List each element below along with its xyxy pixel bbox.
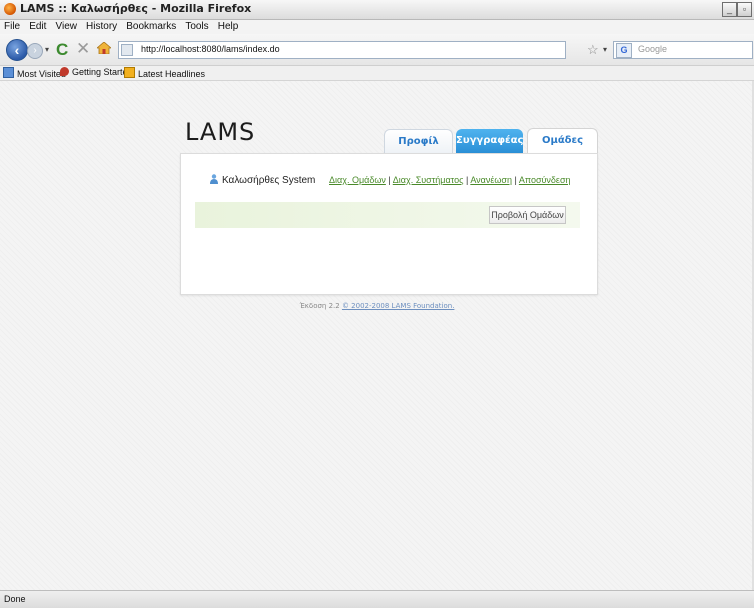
status-bar: Done xyxy=(0,590,754,608)
bookmark-most-visited[interactable]: Most Visited xyxy=(3,67,66,79)
link-separator: | xyxy=(514,175,517,185)
minimize-button[interactable]: _ xyxy=(722,2,737,17)
back-button[interactable]: ‹ xyxy=(6,39,28,61)
link-logout[interactable]: Αποσύνδεση xyxy=(519,175,571,185)
url-dropdown-icon[interactable]: ▾ xyxy=(603,45,607,54)
link-group-management[interactable]: Διαχ. Ομάδων xyxy=(329,175,386,185)
url-bar[interactable]: http://localhost:8080/lams/index.do xyxy=(118,41,566,59)
menu-help[interactable]: Help xyxy=(218,20,239,34)
tab-groups[interactable]: Ομάδες xyxy=(527,128,598,154)
firefox-icon xyxy=(4,3,16,15)
rss-feed-icon xyxy=(124,67,135,78)
menu-edit[interactable]: Edit xyxy=(29,20,46,34)
folder-icon xyxy=(3,67,14,78)
menu-bookmarks[interactable]: Bookmarks xyxy=(126,20,176,34)
window-title: LAMS :: Καλωσήρθες - Mozilla Firefox xyxy=(20,2,252,15)
link-separator: | xyxy=(388,175,391,185)
status-text: Done xyxy=(4,594,26,604)
restore-button[interactable]: ▫ xyxy=(737,2,752,17)
main-panel: Καλωσήρθες System Διαχ. Ομάδων | Διαχ. Σ… xyxy=(180,153,598,295)
bookmark-latest-headlines[interactable]: Latest Headlines xyxy=(124,67,205,79)
history-dropdown-icon[interactable]: ▾ xyxy=(45,45,49,54)
bookmark-label: Latest Headlines xyxy=(138,69,206,79)
menu-bar: File Edit View History Bookmarks Tools H… xyxy=(0,20,754,34)
stop-button[interactable]: ✕ xyxy=(76,39,90,59)
header-links: Διαχ. Ομάδων | Διαχ. Συστήματος | Ανανέω… xyxy=(329,175,571,185)
bookmark-star-icon[interactable]: ☆ xyxy=(587,42,599,58)
bookmark-label: Most Visited xyxy=(17,69,66,79)
search-placeholder: Google xyxy=(638,44,668,54)
user-icon xyxy=(210,174,218,184)
home-icon[interactable] xyxy=(97,42,111,54)
tab-author[interactable]: Συγγραφέας xyxy=(456,129,523,153)
window-titlebar: LAMS :: Καλωσήρθες - Mozilla Firefox _ ▫ xyxy=(0,0,754,20)
footer-version: Έκδοση 2.2 xyxy=(299,302,340,310)
reload-button[interactable]: C xyxy=(56,40,68,60)
user-greeting: Καλωσήρθες System xyxy=(210,174,315,186)
url-text: http://localhost:8080/lams/index.do xyxy=(141,44,280,54)
google-engine-icon[interactable]: G xyxy=(616,43,632,58)
link-system-management[interactable]: Διαχ. Συστήματος xyxy=(393,175,464,185)
bookmark-getting-started[interactable]: Getting Started xyxy=(60,67,133,77)
tab-profile[interactable]: Προφίλ xyxy=(384,129,453,154)
navigation-toolbar: ‹ › ▾ C ✕ http://localhost:8080/lams/ind… xyxy=(0,34,754,66)
menu-file[interactable]: File xyxy=(4,20,20,34)
link-separator: | xyxy=(465,175,469,185)
search-box[interactable]: G Google xyxy=(613,41,753,59)
menu-history[interactable]: History xyxy=(86,20,117,34)
menu-tools[interactable]: Tools xyxy=(185,20,208,34)
bookmarks-toolbar: Most Visited Getting Started Latest Head… xyxy=(0,66,754,81)
site-identity-icon[interactable] xyxy=(121,44,133,56)
forward-button[interactable]: › xyxy=(27,43,43,59)
page-content: LAMS Προφίλ Συγγραφέας Ομάδες Καλωσήρθες… xyxy=(0,81,754,590)
view-groups-button[interactable]: Προβολή Ομάδων xyxy=(489,206,566,224)
lams-logo: LAMS xyxy=(185,118,255,146)
groups-toolbar: Προβολή Ομάδων xyxy=(195,202,580,228)
footer-copyright-link[interactable]: © 2002-2008 LAMS Foundation. xyxy=(342,302,454,310)
user-greeting-text: Καλωσήρθες System xyxy=(222,175,316,186)
footer: Έκδοση 2.2 © 2002-2008 LAMS Foundation. xyxy=(0,302,754,310)
firefox-bookmark-icon xyxy=(60,67,69,76)
link-refresh[interactable]: Ανανέωση xyxy=(470,175,512,185)
menu-view[interactable]: View xyxy=(55,20,77,34)
logo-text: LAMS xyxy=(185,118,256,146)
